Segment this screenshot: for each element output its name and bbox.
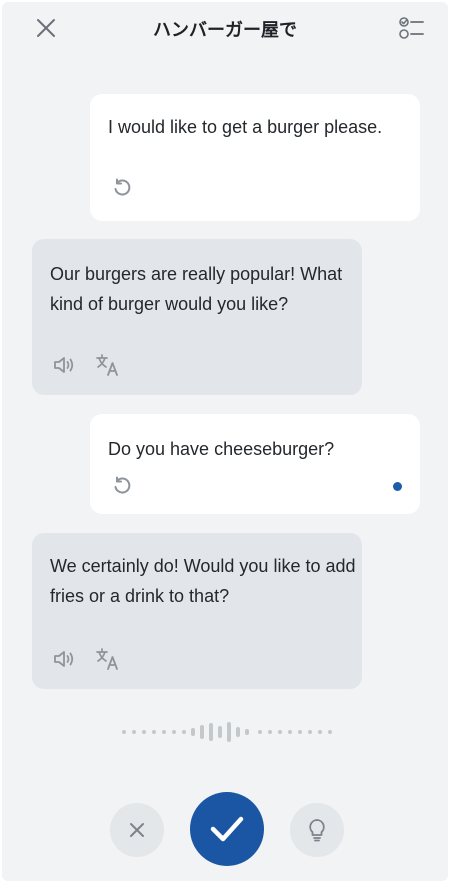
message-text: Do you have cheeseburger? — [108, 439, 335, 459]
message-actions — [50, 645, 122, 673]
replay-icon — [114, 178, 131, 196]
speaker-icon — [54, 651, 74, 667]
checklist-icon — [399, 17, 424, 39]
close-icon — [37, 19, 55, 37]
audio-waveform — [122, 722, 332, 742]
assistant-message: Our burgers are really popular! What kin… — [32, 239, 362, 395]
user-message: I would like to get a burger please. — [90, 94, 420, 221]
translate-button[interactable] — [94, 645, 122, 673]
assistant-message: We certainly do! Would you like to add f… — [32, 533, 362, 689]
translate-button[interactable] — [94, 351, 122, 379]
page-title: ハンバーガー屋で — [153, 20, 297, 40]
message-text: We certainly do! Would you like to add f… — [50, 556, 356, 606]
speaker-button[interactable] — [50, 645, 78, 673]
app-screen: ハンバーガー屋で I would like to get a burger pl… — [2, 2, 448, 881]
translate-icon — [96, 354, 118, 376]
replay-button[interactable] — [108, 174, 136, 202]
cancel-button[interactable] — [110, 803, 164, 857]
confirm-button[interactable] — [190, 792, 264, 866]
check-icon — [210, 816, 244, 842]
speaker-icon — [54, 357, 74, 373]
header: ハンバーガー屋で — [2, 2, 448, 54]
message-text: Our burgers are really popular! What kin… — [50, 264, 343, 314]
message-actions — [50, 351, 122, 379]
replay-button[interactable] — [108, 472, 136, 500]
hint-button[interactable] — [290, 803, 344, 857]
status-dot — [393, 482, 402, 491]
speaker-button[interactable] — [50, 351, 78, 379]
message-text: I would like to get a burger please. — [108, 117, 383, 137]
close-icon — [130, 823, 144, 837]
replay-icon — [114, 476, 131, 494]
translate-icon — [96, 648, 118, 670]
lightbulb-icon — [309, 819, 325, 842]
user-message: Do you have cheeseburger? — [90, 414, 420, 514]
close-button[interactable] — [28, 10, 64, 46]
checklist-button[interactable] — [394, 10, 430, 46]
